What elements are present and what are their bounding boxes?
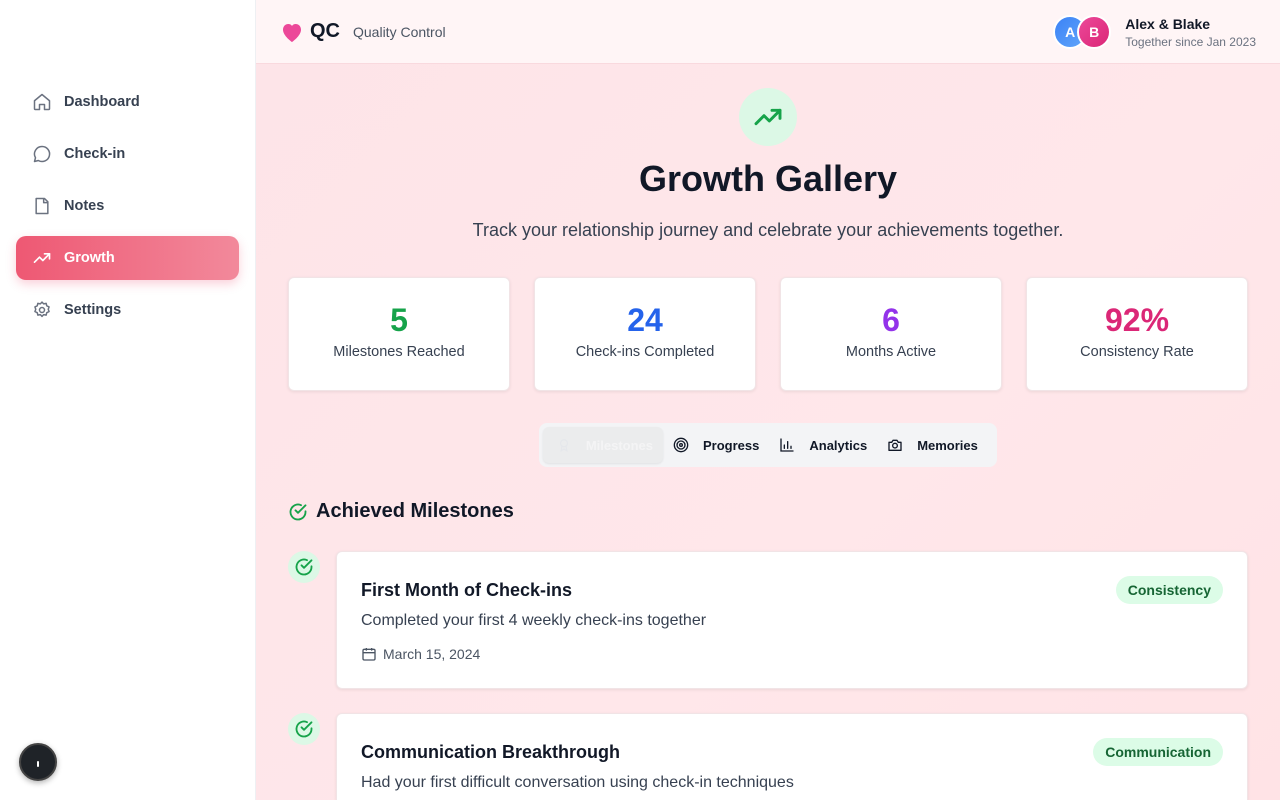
sidebar-item-label: Check-in	[64, 146, 126, 162]
stat-card: 6 Months Active	[780, 277, 1002, 391]
sidebar-item-label: Growth	[64, 250, 115, 266]
chat-bubble-icon	[32, 144, 52, 164]
avatar: B	[1077, 15, 1112, 49]
top-bar: QC Quality Control A B Alex & Blake Toge…	[256, 0, 1280, 64]
brand-tagline: Quality Control	[353, 23, 446, 40]
milestone-title: First Month of Check-ins	[361, 580, 572, 600]
tab-label: Progress	[703, 437, 760, 453]
sidebar: Dashboard Check-in Notes Growth Settings	[0, 0, 256, 800]
trending-up-icon	[739, 88, 797, 146]
user-names: Alex & Blake	[1125, 15, 1211, 32]
stat-card: 24 Check-ins Completed	[534, 277, 756, 391]
tab-label: Analytics	[809, 437, 868, 453]
sidebar-item-dashboard[interactable]: Dashboard	[16, 80, 239, 124]
milestone-card[interactable]: Communication Breakthrough Had your firs…	[336, 713, 1248, 800]
sidebar-item-settings[interactable]: Settings	[16, 288, 239, 332]
stat-card: 5 Milestones Reached	[288, 277, 510, 391]
page-subtitle: Track your relationship journey and cele…	[472, 220, 1064, 240]
milestone-description: Had your first difficult conversation us…	[361, 774, 794, 791]
stat-card: 92% Consistency Rate	[1026, 277, 1248, 391]
stat-value: 92%	[1104, 302, 1170, 338]
tab-memories[interactable]: Memories	[877, 427, 988, 463]
milestone-date: March 15, 2024	[361, 646, 480, 662]
milestone-description: Completed your first 4 weekly check-ins …	[361, 612, 707, 629]
milestone-card[interactable]: First Month of Check-ins Completed your …	[336, 551, 1248, 689]
sidebar-item-label: Notes	[64, 198, 105, 214]
tab-milestones[interactable]: Milestones	[543, 427, 663, 463]
check-circle-icon	[289, 503, 307, 520]
user-since: Together since Jan 2023	[1125, 34, 1256, 49]
check-circle-icon	[288, 551, 320, 583]
tab-bar: Milestones Progress Analytics Memories	[539, 423, 997, 467]
tab-progress[interactable]: Progress	[663, 427, 769, 463]
tab-label: Milestones	[585, 437, 653, 453]
heart-icon	[283, 23, 301, 42]
sidebar-nav: Dashboard Check-in Notes Growth Settings	[16, 80, 239, 340]
avatar-group: A B	[1053, 15, 1112, 49]
stats-row: 5 Milestones Reached 24 Check-ins Comple…	[288, 277, 1248, 391]
gear-icon	[32, 300, 52, 320]
calendar-icon	[362, 648, 376, 661]
home-icon	[32, 92, 52, 112]
sidebar-item-label: Dashboard	[64, 94, 140, 110]
sidebar-item-notes[interactable]: Notes	[16, 184, 239, 228]
stat-value: 6	[882, 302, 900, 338]
sidebar-item-label: Settings	[64, 302, 122, 318]
stat-label: Milestones Reached	[333, 344, 465, 360]
brand-logo: QC	[310, 20, 340, 42]
camera-icon	[887, 437, 903, 453]
main-content: QC Quality Control A B Alex & Blake Toge…	[256, 0, 1280, 800]
milestone-title: Communication Breakthrough	[361, 742, 621, 762]
floating-action-button[interactable]	[19, 743, 57, 781]
page-title: Growth Gallery	[638, 158, 898, 199]
sidebar-item-growth[interactable]: Growth	[16, 236, 239, 280]
tab-label: Memories	[917, 437, 978, 453]
brand[interactable]: QC Quality Control	[280, 20, 446, 43]
bar-chart-icon	[779, 437, 795, 453]
stat-value: 24	[627, 302, 663, 338]
stat-value: 5	[390, 302, 408, 338]
category-badge: Communication	[1093, 738, 1223, 766]
stat-label: Check-ins Completed	[575, 344, 715, 360]
award-icon	[557, 437, 572, 453]
stat-label: Consistency Rate	[1080, 344, 1194, 360]
tab-analytics[interactable]: Analytics	[769, 427, 877, 463]
document-icon	[32, 196, 52, 216]
category-badge: Consistency	[1115, 576, 1223, 604]
stat-label: Months Active	[845, 344, 937, 360]
trending-up-icon	[32, 248, 52, 268]
check-circle-icon	[288, 713, 320, 745]
target-icon	[673, 437, 689, 453]
section-title: Achieved Milestones	[288, 500, 514, 523]
sidebar-item-check-in[interactable]: Check-in	[16, 132, 239, 176]
user-profile[interactable]: A B Alex & Blake Together since Jan 2023	[1053, 15, 1256, 49]
